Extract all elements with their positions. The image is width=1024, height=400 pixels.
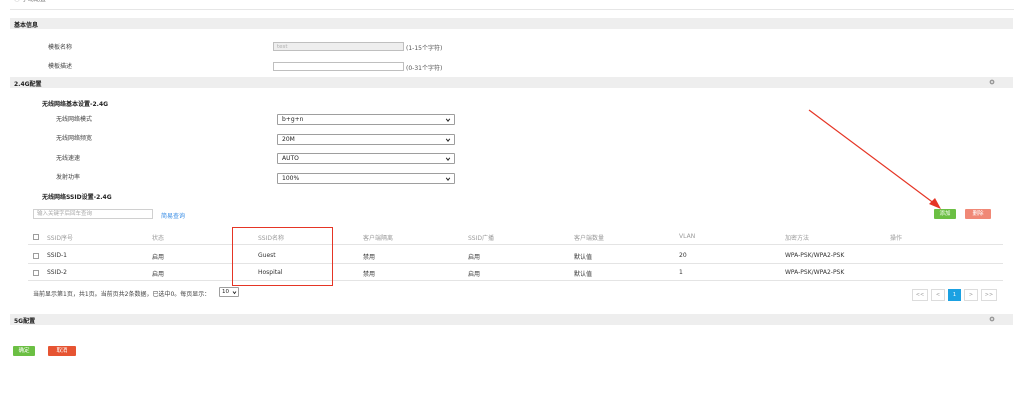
annotation-arrow bbox=[808, 109, 941, 209]
